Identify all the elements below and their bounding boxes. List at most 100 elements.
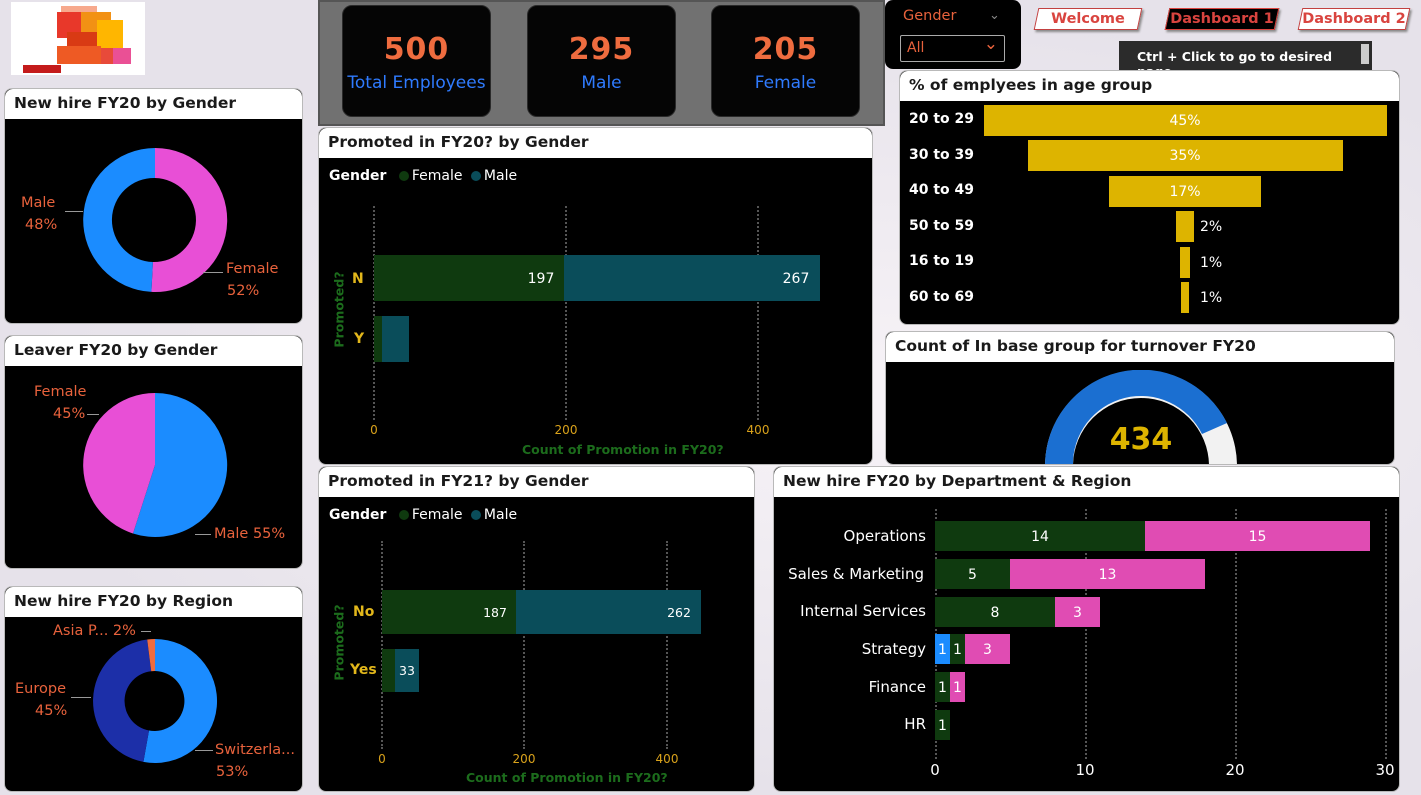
legend-label-male: Male bbox=[483, 168, 518, 184]
data-label: 2% bbox=[1200, 219, 1223, 235]
x-tick-label: 0 bbox=[378, 752, 386, 766]
nav-button-label: Welcome bbox=[1051, 11, 1125, 27]
new-hire-region-panel: New hire FY20 by Region Asia P... 2% Eur… bbox=[4, 586, 303, 792]
data-label: 187 bbox=[483, 605, 507, 620]
donut-slice-europe[interactable] bbox=[93, 639, 152, 762]
new-hire-region-donut bbox=[93, 639, 218, 763]
panel-title: Promoted in FY20? by Gender bbox=[319, 128, 872, 158]
data-label: 35% bbox=[1169, 148, 1201, 164]
slicer-header[interactable]: Gender bbox=[903, 8, 956, 24]
donut-slice-female[interactable] bbox=[151, 147, 228, 292]
nav-dashboard1-button[interactable]: Dashboard 1 bbox=[1164, 8, 1280, 30]
x-tick-label: 20 bbox=[1225, 761, 1245, 779]
x-axis-title: Count of Promotion in FY20? bbox=[522, 442, 724, 457]
data-label: 14 bbox=[1031, 529, 1049, 545]
data-label: 1 bbox=[938, 642, 947, 658]
panel-title: New hire FY20 by Gender bbox=[5, 89, 302, 119]
funnel-bar-60-69[interactable] bbox=[1181, 282, 1189, 313]
gridline bbox=[373, 206, 375, 420]
nav-button-label: Dashboard 1 bbox=[1170, 11, 1274, 27]
leaver-gender-pie bbox=[83, 392, 228, 537]
data-label: 1% bbox=[1200, 255, 1223, 271]
nav-welcome-button[interactable]: Welcome bbox=[1033, 8, 1143, 30]
chevron-down-icon: ⌄ bbox=[983, 34, 998, 54]
slice-label-europe: Europe bbox=[15, 681, 66, 697]
leader-line bbox=[203, 272, 223, 273]
category-label: 16 to 19 bbox=[909, 253, 975, 269]
leader-line bbox=[71, 697, 91, 698]
dropdown-value: All bbox=[907, 40, 925, 56]
slice-label-asia-pacific: Asia P... 2% bbox=[53, 623, 136, 639]
chevron-down-icon[interactable]: ⌄ bbox=[989, 8, 1000, 23]
category-label: Internal Services bbox=[800, 602, 926, 620]
data-label: 1 bbox=[938, 718, 947, 734]
kpi-value: 205 bbox=[752, 32, 819, 67]
funnel-bar-50-59[interactable] bbox=[1176, 211, 1194, 242]
x-tick-label: 0 bbox=[930, 761, 940, 779]
gender-slicer: Gender ⌄ All ⌄ bbox=[885, 0, 1021, 69]
gridline bbox=[757, 206, 759, 420]
chart-legend: Gender Female Male bbox=[329, 507, 517, 523]
legend-swatch-female bbox=[398, 510, 409, 520]
slicer-label: Gender bbox=[903, 8, 957, 24]
data-label: 8 bbox=[990, 605, 1000, 621]
data-label: 33 bbox=[399, 663, 415, 678]
category-label: Strategy bbox=[861, 640, 926, 658]
kpi-label: Male bbox=[581, 73, 622, 93]
data-label: 1 bbox=[953, 642, 962, 658]
bar-y-female[interactable] bbox=[374, 316, 382, 362]
bar-y-male[interactable] bbox=[382, 316, 409, 362]
slice-label-female: Female bbox=[34, 384, 87, 400]
kpi-label: Total Employees bbox=[347, 73, 486, 93]
slice-label-male: Male 55% bbox=[214, 526, 286, 542]
panel-title: New hire FY20 by Department & Region bbox=[774, 467, 1399, 497]
leader-line bbox=[195, 750, 213, 751]
legend-label-female: Female bbox=[411, 168, 463, 184]
slice-pct-female: 52% bbox=[227, 283, 260, 299]
panel-title: Count of In base group for turnover FY20 bbox=[886, 332, 1394, 362]
gauge-value: 434 bbox=[1109, 422, 1173, 457]
nav-dashboard2-button[interactable]: Dashboard 2 bbox=[1297, 8, 1411, 30]
legend-label-female: Female bbox=[411, 507, 463, 523]
category-label: Yes bbox=[350, 662, 377, 678]
leader-line bbox=[195, 534, 211, 535]
panel-title: Promoted in FY21? by Gender bbox=[319, 467, 754, 497]
slice-pct-male: 48% bbox=[25, 217, 58, 233]
legend-title: Gender bbox=[329, 168, 387, 184]
x-tick-label: 200 bbox=[512, 752, 536, 766]
slice-label-switzerland: Switzerla... bbox=[215, 742, 296, 758]
kpi-male: 295 Male bbox=[527, 5, 676, 117]
chart-legend: Gender Female Male bbox=[329, 168, 517, 184]
bar-yes-female[interactable] bbox=[382, 649, 395, 692]
gender-dropdown[interactable]: All ⌄ bbox=[900, 34, 1005, 62]
donut-slice-male[interactable] bbox=[83, 148, 155, 292]
data-label: 5 bbox=[968, 567, 977, 583]
kpi-female: 205 Female bbox=[711, 5, 860, 117]
x-tick-label: 0 bbox=[370, 423, 378, 437]
navigation-tooltip: Ctrl + Click to go to desired page. bbox=[1119, 41, 1372, 79]
x-axis-title: Count of Promotion in FY20? bbox=[466, 770, 668, 785]
data-label: 17% bbox=[1169, 184, 1201, 200]
category-label: 30 to 39 bbox=[909, 147, 975, 163]
turnover-panel: Count of In base group for turnover FY20… bbox=[885, 331, 1395, 465]
x-tick-label: 10 bbox=[1075, 761, 1095, 779]
category-label: HR bbox=[904, 715, 926, 733]
category-label: 60 to 69 bbox=[909, 289, 975, 305]
dept-region-panel: New hire FY20 by Department & Region Ope… bbox=[773, 466, 1400, 792]
kpi-value: 500 bbox=[383, 32, 450, 67]
leader-line bbox=[87, 414, 99, 415]
legend-swatch-male bbox=[470, 171, 481, 181]
data-label: 3 bbox=[1073, 605, 1082, 621]
data-label: 1% bbox=[1200, 290, 1223, 306]
data-label: 267 bbox=[782, 271, 810, 287]
slice-label-male: Male bbox=[21, 195, 56, 211]
panel-title: Leaver FY20 by Gender bbox=[5, 336, 302, 366]
slice-pct-switzerland: 53% bbox=[216, 764, 249, 780]
funnel-bar-16-19[interactable] bbox=[1180, 247, 1190, 278]
nav-button-label: Dashboard 2 bbox=[1302, 11, 1406, 27]
category-label: Operations bbox=[843, 527, 926, 545]
data-label: 197 bbox=[527, 271, 555, 287]
x-tick-label: 30 bbox=[1375, 761, 1395, 779]
gridline bbox=[381, 541, 383, 749]
new-hire-gender-panel: New hire FY20 by Gender Male 48% Female … bbox=[4, 88, 303, 324]
